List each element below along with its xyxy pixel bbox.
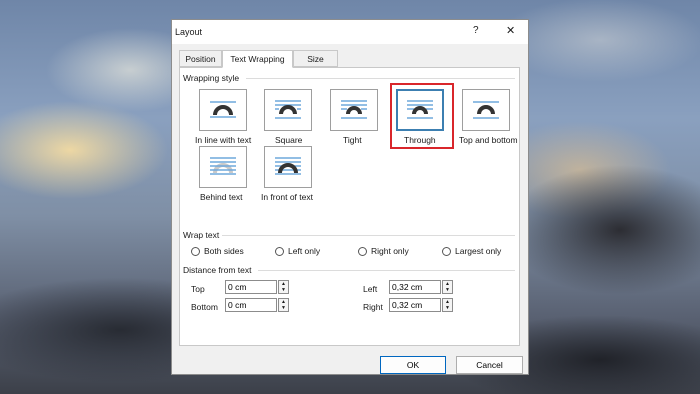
cancel-button[interactable]: Cancel [456,356,523,374]
tab-position[interactable]: Position [179,50,222,67]
spinner-arrows: ▲ ▼ [278,298,289,312]
bottom-label: Bottom [191,302,218,312]
ok-button[interactable]: OK [380,356,446,374]
spinner-arrows: ▲ ▼ [442,280,453,294]
divider [222,235,515,236]
top-spinner: ▲ ▼ [225,280,289,294]
spin-down-icon[interactable]: ▼ [279,287,288,293]
left-spinner: ▲ ▼ [389,280,453,294]
divider [258,270,515,271]
radio-left-only[interactable]: Left only [275,246,320,256]
wrap-label-square: Square [275,135,303,145]
wrap-label-behind: Behind text [200,192,243,202]
text-wrapping-panel: Wrapping style In line with text Square … [179,67,520,346]
top-and-bottom-icon[interactable] [462,89,510,131]
left-label: Left [363,284,378,294]
top-label: Top [191,284,205,294]
layout-dialog: Layout ? ✕ Position Text Wrapping Size W… [171,19,529,375]
spinner-arrows: ▲ ▼ [442,298,453,312]
spinner-arrows: ▲ ▼ [278,280,289,294]
right-input[interactable] [389,298,441,312]
divider [246,78,515,79]
wrap-label-tight: Tight [343,135,362,145]
square-wrap-icon[interactable] [264,89,312,131]
tight-wrap-icon[interactable] [330,89,378,131]
title-bar: Layout ? ✕ [172,20,528,44]
radio-circle[interactable] [191,246,200,256]
wrap-label-through: Through [404,135,436,145]
spin-down-icon[interactable]: ▼ [443,287,452,293]
radio-label: Left only [288,246,321,256]
bottom-spinner: ▲ ▼ [225,298,289,312]
spin-down-icon[interactable]: ▼ [443,305,452,311]
dialog-title: Layout [175,27,203,37]
left-input[interactable] [389,280,441,294]
tab-text-wrapping[interactable]: Text Wrapping [222,50,293,68]
radio-largest-only[interactable]: Largest only [442,246,501,256]
help-button[interactable]: ? [473,25,479,36]
radio-circle[interactable] [358,246,367,256]
radio-both-sides[interactable]: Both sides [191,246,244,256]
behind-text-icon[interactable] [199,146,247,188]
right-label: Right [363,302,383,312]
radio-circle[interactable] [275,246,284,256]
spin-down-icon[interactable]: ▼ [279,305,288,311]
radio-circle[interactable] [442,246,451,256]
through-wrap-icon[interactable] [396,89,444,131]
distance-label: Distance from text [183,265,252,275]
wrap-label-top-bottom: Top and bottom [459,135,518,145]
radio-label: Largest only [455,246,502,256]
close-button[interactable]: ✕ [506,24,515,37]
inline-with-text-icon[interactable] [199,89,247,131]
wrap-text-label: Wrap text [183,230,220,240]
radio-label: Right only [371,246,409,256]
wrap-label-inline: In line with text [195,135,252,145]
radio-right-only[interactable]: Right only [358,246,409,256]
radio-label: Both sides [204,246,244,256]
top-input[interactable] [225,280,277,294]
wrap-label-front: In front of text [261,192,313,202]
bottom-input[interactable] [225,298,277,312]
wrapping-style-label: Wrapping style [183,73,240,83]
right-spinner: ▲ ▼ [389,298,453,312]
in-front-of-text-icon[interactable] [264,146,312,188]
tab-size[interactable]: Size [293,50,338,67]
